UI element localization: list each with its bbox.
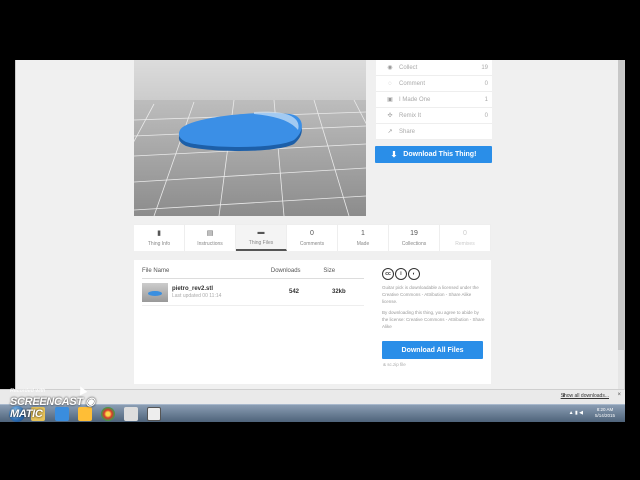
header-downloads: Downloads [270,268,301,274]
download-thing-label: Download This Thing! [403,151,477,158]
table-row[interactable]: pietro_rev2.stl Last updated 00 11:14 54… [142,280,364,304]
scrollbar[interactable] [618,60,624,405]
file-thumbnail [142,282,168,302]
divider [142,305,364,306]
tab-remixes[interactable]: 0 Remixes [440,225,491,251]
action-count: 19 [481,64,488,71]
share-icon: ↗ [387,129,393,135]
file-size: 32kb [332,289,346,295]
tab-thing-info[interactable]: ▮ Thing Info [134,225,185,251]
camera-icon: ▣ [387,97,393,103]
tab-label: Remixes [455,241,475,247]
3d-model-viewer[interactable] [134,60,366,216]
scrollbar-thumb[interactable] [618,60,624,350]
tab-label: Made [356,241,370,247]
action-count: 0 [484,112,488,119]
tab-collections[interactable]: 19 Collections [389,225,440,251]
tab-count: 0 [310,230,314,237]
file-updated: Last updated 00 11:14 [172,292,222,299]
thing-files-panel: File Name Downloads Size pietro_rev2.stl… [134,260,491,384]
app-icon[interactable] [124,407,138,421]
share-alike-icon: ◐ [408,268,420,280]
file-name-link[interactable]: pietro_rev2.stl [172,286,277,292]
files-table-header: File Name Downloads Size [142,268,352,274]
comment-icon: ◌ [388,80,392,87]
action-count: 1 [484,96,488,103]
attribution-icon: i [395,268,407,280]
browser-viewport: ◉ Collect 19 ◌ Comment 0 ▣ I Made One 1 … [15,60,625,405]
system-tray-icons[interactable]: ▲ ▮ ◀ [569,410,583,416]
show-all-downloads-link[interactable]: Show all downloads... [561,393,609,399]
remix-icon: ✣ [387,113,393,119]
tab-label: Comments [299,241,325,247]
screen: ◉ Collect 19 ◌ Comment 0 ▣ I Made One 1 … [0,0,640,480]
cc-license-icons[interactable]: cc i ◐ [382,268,486,280]
eye-icon: ◉ [387,65,393,71]
license-box: cc i ◐ Guitar pick is downloadable a lic… [382,268,486,330]
divider [142,278,364,279]
header-file-name: File Name [142,268,170,274]
tab-count: 1 [361,230,365,237]
tab-instructions[interactable]: ▤ Instructions [185,225,236,251]
header-size: Size [323,268,336,274]
watermark-recorded-text: Recorded with [10,388,46,394]
license-agreement-text: By downloading this thing, you agree to … [382,310,485,329]
action-remix[interactable]: ✣ Remix It 0 [376,108,492,124]
action-count: 0 [484,80,488,87]
thing-info-icon: ▮ [157,230,161,237]
action-label: I Made One [399,96,431,103]
tab-made[interactable]: 1 Made [338,225,389,251]
tab-thing-files[interactable]: ▬ Thing Files [236,225,287,251]
action-comment[interactable]: ◌ Comment 0 [376,76,492,92]
3d-scene [134,99,366,216]
action-label: Remix It [399,112,422,119]
close-icon[interactable]: × [617,392,621,398]
action-label: Comment [399,80,426,87]
tab-comments[interactable]: 0 Comments [287,225,338,251]
thing-tabs: ▮ Thing Info ▤ Instructions ▬ Thing File… [134,224,491,251]
thing-actions-panel: ◉ Collect 19 ◌ Comment 0 ▣ I Made One 1 … [376,60,492,140]
file-downloads: 542 [289,289,300,295]
tab-label: Instructions [197,241,223,247]
tab-label: Thing Files [248,240,274,246]
screencast-o-matic-logo: SCREENCAST ◉ MATIC [10,396,95,420]
screencast-watermark: Recorded with SCREENCAST ◉ MATIC [10,388,120,420]
cc-icon: cc [382,268,394,280]
action-collect[interactable]: ◉ Collect 19 [376,60,492,76]
tab-label: Thing Info [147,241,171,247]
tab-count: 19 [410,230,418,237]
window-icon[interactable] [147,407,161,421]
action-share[interactable]: ↗ Share [376,124,492,140]
download-icon: ⬇ [390,150,398,159]
instructions-icon: ▤ [206,230,214,237]
download-thing-button[interactable]: ⬇ Download This Thing! [375,146,492,163]
clock[interactable]: 8:20 AM 5/14/2015 [595,407,615,419]
license-text: Guitar pick is downloadable a licensed u… [382,285,479,304]
tab-count: 0 [463,230,467,237]
download-all-files-button[interactable]: Download All Files [382,341,483,359]
action-label: Share [399,128,416,135]
file-meta: pietro_rev2.stl Last updated 00 11:14 [172,286,277,299]
folder-icon: ▬ [257,229,265,236]
action-label: Collect [399,64,418,71]
tab-label: Collections [401,241,427,247]
zip-size: & sc.zip file [383,362,406,367]
action-i-made-one[interactable]: ▣ I Made One 1 [376,92,492,108]
clock-date: 5/14/2015 [594,413,615,418]
